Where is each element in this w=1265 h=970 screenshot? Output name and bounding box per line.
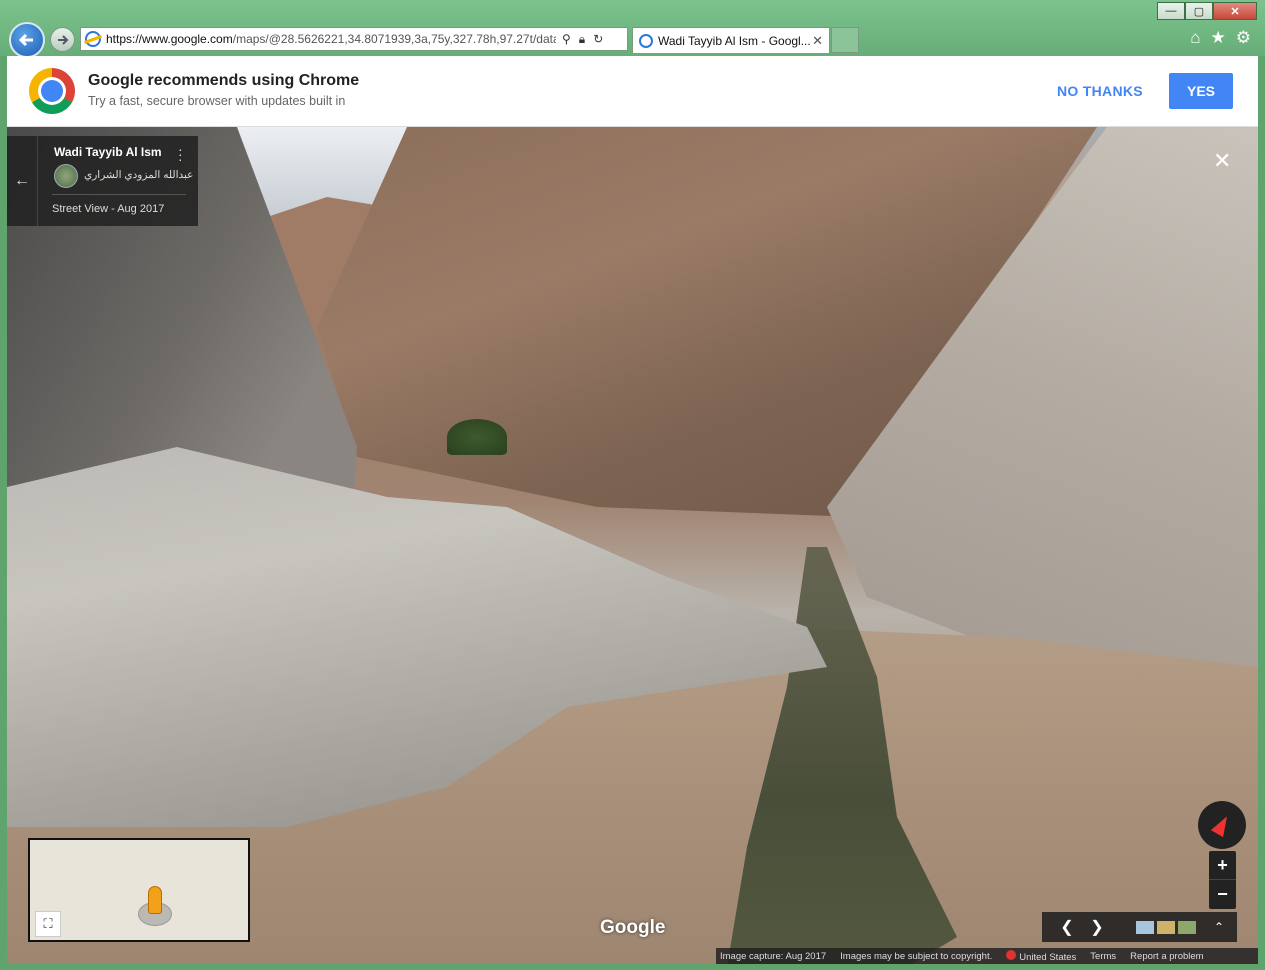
promo-subtitle: Try a fast, secure browser with updates … [88, 94, 346, 108]
expand-icon[interactable]: ⛶ [35, 911, 61, 937]
google-logo: Google [600, 917, 666, 938]
google-plus-icon [1006, 949, 1017, 960]
browser-window: — ▢ ✕ https://www.google.com/maps/@28.56… [0, 0, 1265, 970]
back-button[interactable] [9, 22, 45, 58]
capture-date: Street View - Aug 2017 [52, 203, 165, 215]
forward-button[interactable] [50, 27, 75, 52]
browser-toolbar: — ▢ ✕ https://www.google.com/maps/@28.56… [0, 0, 1265, 58]
close-icon[interactable]: ✕ [1213, 148, 1231, 174]
pegman-icon[interactable] [148, 886, 162, 914]
author-name[interactable]: عبدالله المزودي الشراري [84, 169, 193, 181]
copyright-notice: Images may be subject to copyright. [840, 950, 993, 962]
zoom-in-button[interactable]: + [1209, 851, 1236, 880]
address-tools: ⚲ 🔒︎ ↻ [562, 32, 603, 47]
next-photo-button[interactable]: ❯ [1082, 917, 1112, 937]
chrome-logo-icon [29, 68, 75, 114]
back-arrow-icon[interactable]: ← [7, 136, 38, 226]
photo-thumbnail[interactable] [1178, 920, 1196, 934]
chrome-promo-banner: Google recommends using Chrome Try a fas… [7, 56, 1258, 127]
divider [52, 194, 186, 195]
palm-tree [447, 419, 507, 455]
arrow-left-icon [18, 33, 33, 47]
home-icon[interactable]: ⌂ [1190, 28, 1200, 48]
photo-strip: ❮ ❯ ⌃ [1042, 912, 1237, 942]
minimap[interactable]: ⛶ [28, 838, 250, 942]
lock-icon[interactable]: 🔒︎ [579, 32, 585, 47]
ie-icon [85, 31, 101, 47]
yes-button[interactable]: YES [1169, 73, 1233, 109]
close-window-button[interactable]: ✕ [1213, 2, 1257, 20]
country-link[interactable]: United States [1006, 949, 1076, 963]
tab-close-button[interactable]: ✕ [812, 33, 823, 49]
map-footer: Image capture: Aug 2017 Images may be su… [716, 948, 1258, 964]
more-options-icon[interactable]: · · · [178, 142, 183, 166]
collapse-icon[interactable]: ⌃ [1214, 920, 1224, 934]
search-icon[interactable]: ⚲ [562, 32, 571, 47]
previous-photo-button[interactable]: ❮ [1052, 917, 1082, 937]
zoom-control: + − [1209, 851, 1236, 909]
terms-link[interactable]: Terms [1090, 951, 1116, 962]
photo-thumbnail[interactable] [1157, 920, 1175, 934]
arrow-right-icon [57, 34, 68, 45]
window-controls: — ▢ ✕ [1157, 2, 1257, 20]
photo-thumbnail[interactable] [1136, 920, 1154, 934]
refresh-icon[interactable]: ↻ [593, 32, 603, 47]
zoom-out-button[interactable]: − [1209, 880, 1236, 909]
tab-ie-icon [639, 33, 653, 48]
no-thanks-button[interactable]: NO THANKS [1057, 83, 1143, 99]
place-title[interactable]: Wadi Tayyib Al Ism [54, 145, 162, 159]
star-icon[interactable]: ★ [1211, 28, 1226, 48]
gear-icon[interactable]: ⚙ [1236, 28, 1251, 48]
browser-tab[interactable]: Wadi Tayyib Al Ism - Googl... ✕ [632, 27, 830, 53]
address-url[interactable]: https://www.google.com/maps/@28.5626221,… [106, 32, 556, 46]
report-problem-link[interactable]: Report a problem [1130, 951, 1203, 962]
compass-needle [1210, 812, 1234, 838]
maximize-button[interactable]: ▢ [1185, 2, 1213, 20]
minimize-button[interactable]: — [1157, 2, 1185, 20]
new-tab-button[interactable] [831, 27, 859, 53]
address-bar[interactable]: https://www.google.com/maps/@28.5626221,… [80, 27, 628, 51]
promo-title: Google recommends using Chrome [88, 72, 360, 89]
image-capture-date: Image capture: Aug 2017 [720, 950, 827, 962]
street-view-info-card: ← Wadi Tayyib Al Ism · · · عبدالله المزودي… [7, 136, 198, 226]
tab-title: Wadi Tayyib Al Ism - Googl... [658, 33, 811, 48]
avatar[interactable] [54, 164, 78, 188]
compass-icon[interactable] [1198, 801, 1246, 849]
browser-right-icons: ⌂ ★ ⚙ [1190, 28, 1251, 48]
